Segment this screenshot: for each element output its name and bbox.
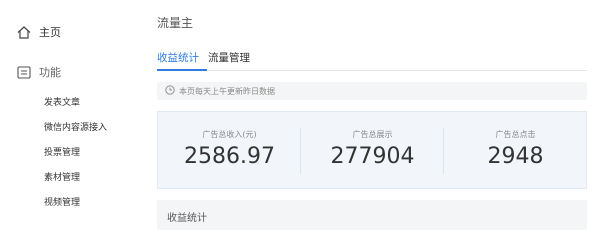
update-notice: 本页每天上午更新昨日数据 bbox=[157, 82, 587, 100]
active-tab-indicator bbox=[157, 69, 207, 71]
tab-bar: 收益统计 流量管理 bbox=[157, 46, 587, 71]
page-title: 流量主 bbox=[157, 16, 194, 30]
stat-ad-revenue: 广告总收入(元) 2586.97 bbox=[158, 112, 301, 190]
stat-label: 广告总收入(元) bbox=[202, 130, 257, 139]
section-title: 收益统计 bbox=[167, 213, 207, 224]
sidebar-group-label: 功能 bbox=[39, 66, 61, 79]
stat-value: 2948 bbox=[487, 144, 544, 169]
sidebar: 主页 功能 发表文章 微信内容源接入 投票管理 素材管理 视频管理 bbox=[0, 0, 140, 222]
stat-value: 277904 bbox=[330, 144, 415, 169]
home-icon bbox=[17, 25, 31, 39]
sidebar-item-publish-article[interactable]: 发表文章 bbox=[44, 95, 80, 108]
feature-list-icon bbox=[17, 65, 31, 79]
stat-value: 2586.97 bbox=[184, 144, 275, 169]
revenue-stats-section: 收益统计 bbox=[157, 200, 587, 230]
sidebar-item-material-management[interactable]: 素材管理 bbox=[44, 170, 80, 183]
sidebar-item-wechat-source[interactable]: 微信内容源接入 bbox=[44, 120, 107, 133]
tab-revenue-stats[interactable]: 收益统计 bbox=[157, 50, 199, 65]
stat-ad-clicks: 广告总点击 2948 bbox=[444, 112, 587, 190]
sidebar-item-label: 主页 bbox=[39, 26, 61, 39]
stat-label: 广告总点击 bbox=[495, 130, 536, 139]
tab-traffic-management[interactable]: 流量管理 bbox=[208, 50, 250, 65]
main-content: 流量主 收益统计 流量管理 本页每天上午更新昨日数据 广告总收入(元) 2586… bbox=[140, 0, 600, 230]
sidebar-item-video-management[interactable]: 视频管理 bbox=[44, 195, 80, 208]
clock-icon bbox=[157, 85, 179, 97]
sidebar-item-vote-management[interactable]: 投票管理 bbox=[44, 145, 80, 158]
sidebar-group-features[interactable]: 功能 bbox=[17, 64, 61, 80]
stats-panel: 广告总收入(元) 2586.97 广告总展示 277904 广告总点击 2948 bbox=[157, 111, 587, 189]
stat-label: 广告总展示 bbox=[352, 130, 393, 139]
stat-ad-impressions: 广告总展示 277904 bbox=[301, 112, 444, 190]
sidebar-item-home[interactable]: 主页 bbox=[17, 24, 61, 40]
notice-text: 本页每天上午更新昨日数据 bbox=[179, 86, 275, 96]
